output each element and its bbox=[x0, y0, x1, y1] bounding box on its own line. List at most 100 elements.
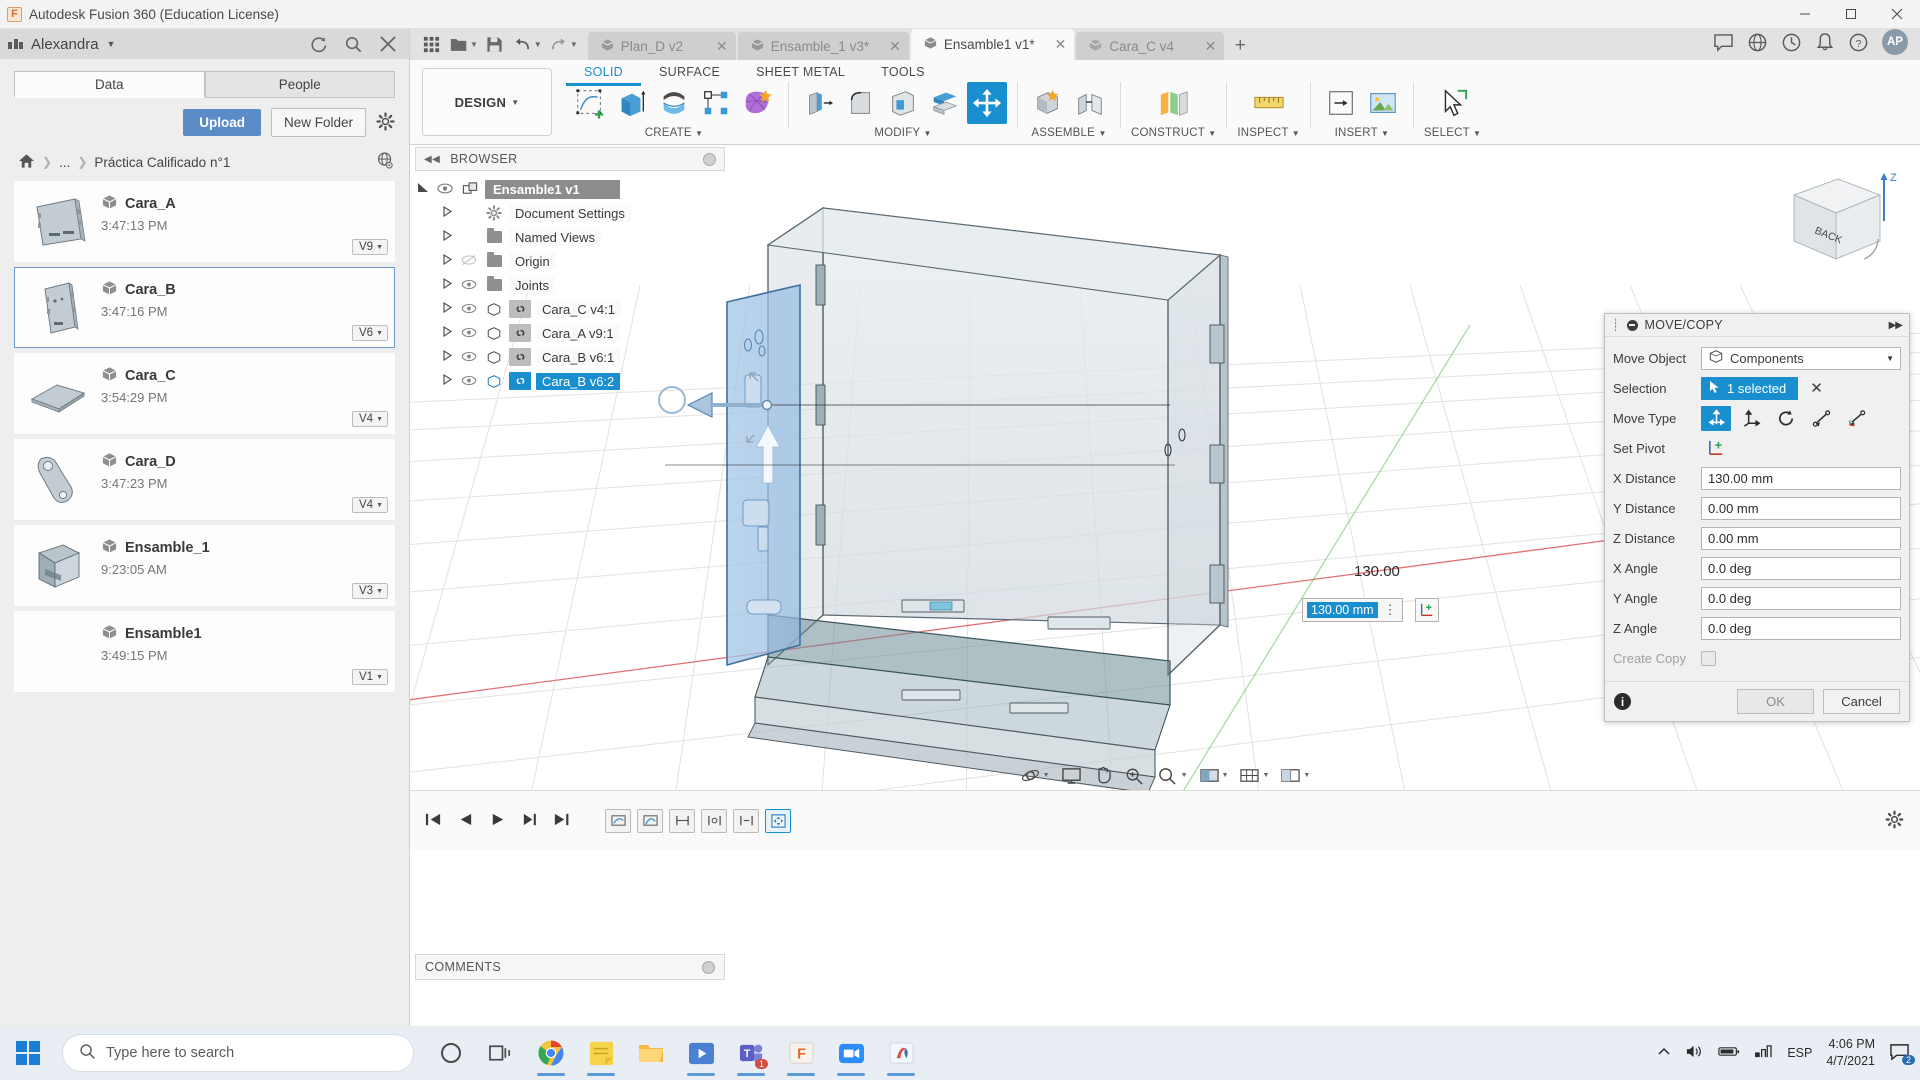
browser-node-origin[interactable]: Origin bbox=[415, 249, 725, 273]
teams-icon[interactable]: T 1 bbox=[728, 1029, 774, 1077]
expand-triangle-icon[interactable] bbox=[439, 302, 454, 316]
chevron-down-icon[interactable]: ▼ bbox=[107, 39, 116, 49]
clear-selection-icon[interactable]: ✕ bbox=[1810, 379, 1823, 397]
media-player-icon[interactable] bbox=[678, 1029, 724, 1077]
insert-derive-icon[interactable] bbox=[1321, 82, 1361, 124]
y-angle-input[interactable]: 0.0 deg bbox=[1701, 587, 1901, 610]
expand-triangle-icon[interactable] bbox=[415, 182, 430, 196]
save-icon[interactable] bbox=[482, 32, 508, 56]
pattern-icon[interactable] bbox=[696, 82, 736, 124]
select-cursor-icon[interactable] bbox=[1433, 82, 1473, 124]
timeline-feature[interactable] bbox=[701, 809, 727, 833]
revolve-icon[interactable] bbox=[654, 82, 694, 124]
fillet-icon[interactable] bbox=[841, 82, 881, 124]
move-type-point-to-position-icon[interactable] bbox=[1841, 406, 1871, 431]
expand-icon[interactable]: ▶▶ bbox=[1889, 320, 1902, 331]
close-panel-icon[interactable] bbox=[379, 35, 397, 53]
expand-triangle-icon[interactable] bbox=[439, 230, 454, 244]
redo-icon[interactable] bbox=[546, 32, 572, 56]
version-badge[interactable]: V1▼ bbox=[352, 669, 388, 685]
tab-people[interactable]: People bbox=[205, 71, 396, 98]
ribbon-group-label[interactable]: INSERT ▼ bbox=[1335, 127, 1390, 139]
create-sketch-icon[interactable] bbox=[570, 82, 610, 124]
x-angle-input[interactable]: 0.0 deg bbox=[1701, 557, 1901, 580]
breadcrumb-ellipsis[interactable]: ... bbox=[59, 155, 70, 170]
browser-node-document-settings[interactable]: Document Settings bbox=[415, 201, 725, 225]
chrome-icon[interactable] bbox=[528, 1029, 574, 1077]
set-pivot-icon[interactable] bbox=[1701, 436, 1731, 461]
search-icon[interactable] bbox=[344, 35, 363, 54]
clock-history-icon[interactable] bbox=[1781, 32, 1802, 53]
browser-node-cara-c[interactable]: Cara_C v4:1 bbox=[415, 297, 725, 321]
measure-icon[interactable] bbox=[1249, 82, 1289, 124]
dimension-input[interactable]: 130.00 mm ⋮ bbox=[1302, 598, 1403, 622]
new-component-icon[interactable] bbox=[1028, 82, 1068, 124]
dimension-pivot-icon[interactable] bbox=[1415, 598, 1439, 622]
z-angle-input[interactable]: 0.0 deg bbox=[1701, 617, 1901, 640]
play-icon[interactable] bbox=[488, 811, 507, 831]
tray-expand-icon[interactable] bbox=[1657, 1046, 1671, 1060]
expand-triangle-icon[interactable] bbox=[439, 350, 454, 364]
workspace-switcher[interactable]: DESIGN▼ bbox=[422, 68, 552, 136]
timeline-settings-gear-icon[interactable] bbox=[1885, 810, 1920, 832]
shell-icon[interactable] bbox=[883, 82, 923, 124]
ribbon-group-label[interactable]: CREATE ▼ bbox=[645, 127, 704, 139]
avatar[interactable]: AP bbox=[1882, 29, 1908, 55]
cancel-button[interactable]: Cancel bbox=[1823, 689, 1900, 714]
info-icon[interactable]: i bbox=[1614, 693, 1631, 710]
battery-icon[interactable] bbox=[1718, 1045, 1740, 1061]
version-badge[interactable]: V4▼ bbox=[352, 411, 388, 427]
ribbon-group-label[interactable]: INSPECT ▼ bbox=[1237, 127, 1300, 139]
skip-to-end-icon[interactable] bbox=[552, 811, 571, 831]
move-type-free-icon[interactable] bbox=[1701, 406, 1731, 431]
taskbar-search[interactable]: Type here to search bbox=[62, 1034, 414, 1072]
x-distance-input[interactable]: 130.00 mm bbox=[1701, 467, 1901, 490]
zoom-fit-icon[interactable]: ▼ bbox=[1153, 763, 1191, 787]
visibility-eye-icon[interactable] bbox=[459, 278, 479, 293]
insert-image-icon[interactable] bbox=[1363, 82, 1403, 124]
collapse-icon[interactable]: ◀◀ bbox=[424, 154, 440, 165]
move-type-xyz-icon[interactable] bbox=[1736, 406, 1766, 431]
version-badge[interactable]: V9▼ bbox=[352, 239, 388, 255]
list-item[interactable]: Cara_B 3:47:16 PM V6▼ bbox=[14, 267, 395, 348]
browser-root-node[interactable]: Ensamble1 v1 bbox=[415, 177, 725, 201]
help-icon[interactable]: ? bbox=[1848, 32, 1869, 53]
timeline-feature[interactable] bbox=[669, 809, 695, 833]
comments-dot-icon[interactable] bbox=[702, 961, 715, 974]
form-sculpt-icon[interactable] bbox=[738, 82, 778, 124]
expand-triangle-icon[interactable] bbox=[439, 254, 454, 268]
sticky-notes-icon[interactable] bbox=[578, 1029, 624, 1077]
globe-icon[interactable] bbox=[376, 151, 395, 173]
browser-dot-icon[interactable] bbox=[703, 153, 716, 166]
list-item[interactable]: Cara_A 3:47:13 PM V9▼ bbox=[14, 181, 395, 262]
undo-icon[interactable] bbox=[510, 32, 536, 56]
display-style-icon[interactable]: ▼ bbox=[1196, 763, 1232, 787]
document-tab[interactable]: Cara_C v4 ✕ bbox=[1076, 32, 1224, 60]
visibility-eye-icon[interactable] bbox=[459, 350, 479, 365]
offset-face-icon[interactable] bbox=[925, 82, 965, 124]
document-tab-active[interactable]: Ensamble1 v1* ✕ bbox=[911, 29, 1075, 60]
language-indicator[interactable]: ESP bbox=[1787, 1046, 1812, 1060]
chevron-down-icon[interactable]: ▼ bbox=[470, 40, 478, 49]
file-explorer-icon[interactable] bbox=[628, 1029, 674, 1077]
close-icon[interactable]: ✕ bbox=[702, 38, 728, 55]
version-badge[interactable]: V4▼ bbox=[352, 497, 388, 513]
visibility-eye-icon[interactable] bbox=[459, 302, 479, 317]
grid-apps-icon[interactable] bbox=[418, 32, 444, 56]
move-copy-icon[interactable] bbox=[967, 82, 1007, 124]
step-back-icon[interactable] bbox=[456, 811, 475, 831]
list-item[interactable]: Cara_D 3:47:23 PM V4▼ bbox=[14, 439, 395, 520]
z-distance-input[interactable]: 0.00 mm bbox=[1701, 527, 1901, 550]
expand-triangle-icon[interactable] bbox=[439, 374, 454, 388]
move-type-point-to-point-icon[interactable] bbox=[1806, 406, 1836, 431]
create-copy-checkbox[interactable] bbox=[1701, 651, 1716, 666]
visibility-eye-icon[interactable] bbox=[459, 374, 479, 389]
construct-plane-icon[interactable] bbox=[1154, 82, 1194, 124]
selection-button[interactable]: 1 selected bbox=[1701, 377, 1798, 400]
upload-button[interactable]: Upload bbox=[183, 109, 261, 136]
gear-icon[interactable] bbox=[376, 112, 397, 134]
drag-handle-icon[interactable]: ┊ bbox=[1612, 318, 1620, 332]
notifications-bell-icon[interactable] bbox=[1815, 32, 1835, 53]
visibility-eye-icon[interactable] bbox=[435, 182, 455, 197]
extrude-icon[interactable] bbox=[612, 82, 652, 124]
